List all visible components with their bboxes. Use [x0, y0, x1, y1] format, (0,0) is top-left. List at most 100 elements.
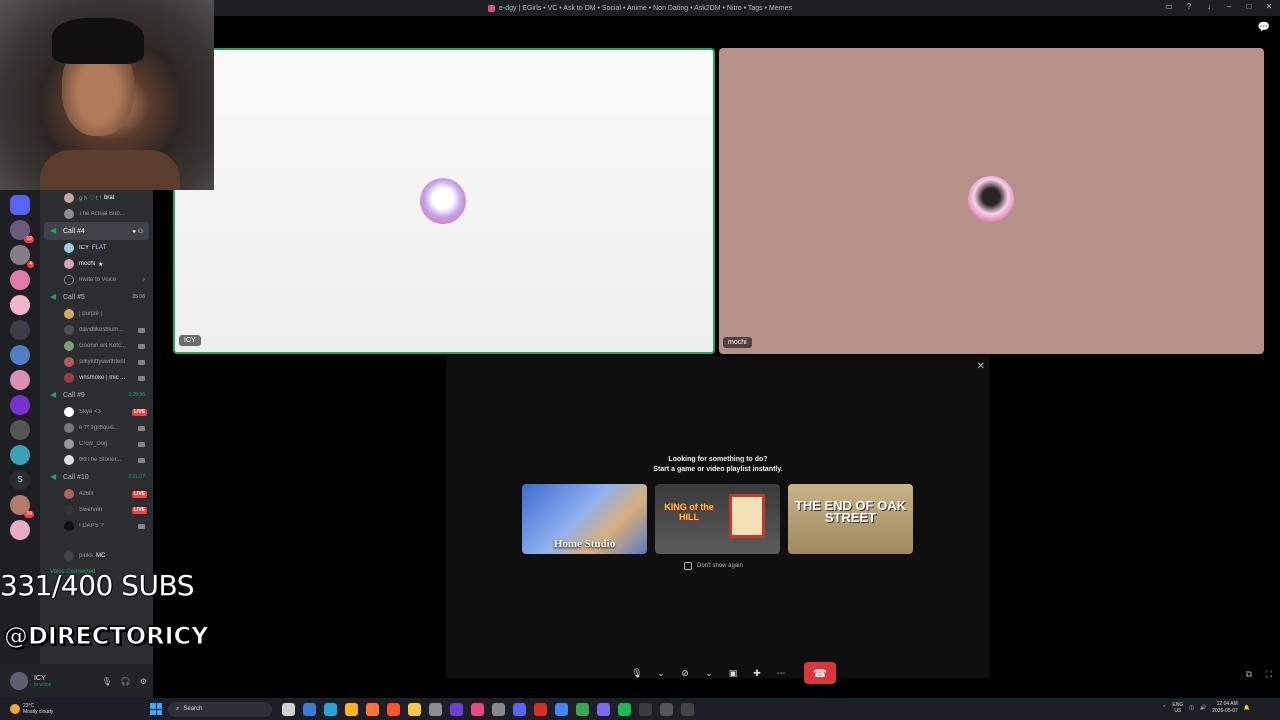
- app-icon[interactable]: [345, 702, 358, 716]
- close-icon[interactable]: ✕: [977, 361, 985, 372]
- maximize-icon[interactable]: □: [1244, 2, 1254, 12]
- server-icon[interactable]: 24: [10, 495, 34, 518]
- voice-user[interactable]: pinks MC: [40, 548, 153, 564]
- close-window-icon[interactable]: ✕: [1264, 2, 1274, 12]
- app-icon[interactable]: [303, 702, 316, 716]
- server-icon[interactable]: S: [10, 470, 30, 490]
- taskbar-clock[interactable]: 12:04 AM 2026-05-07: [1212, 701, 1238, 715]
- volume-icon[interactable]: 🔊: [1200, 705, 1206, 711]
- invite-to-voice[interactable]: Invite to Voice ›: [40, 272, 153, 288]
- server-icon[interactable]: [10, 420, 30, 440]
- activity-card-king-of-the-hill[interactable]: KING of the HILL: [655, 484, 780, 554]
- chevron-down-icon[interactable]: ⌄: [702, 668, 716, 679]
- minimize-icon[interactable]: –: [1224, 2, 1234, 12]
- app-icon[interactable]: [660, 702, 673, 716]
- task-view-icon[interactable]: [282, 702, 295, 716]
- app-icon[interactable]: [471, 702, 484, 716]
- notification-icon[interactable]: 🔔: [1244, 705, 1250, 711]
- server-icon-home[interactable]: [10, 195, 30, 215]
- activities-icon[interactable]: ✚: [750, 668, 764, 679]
- server-icon[interactable]: [10, 270, 30, 290]
- firefox-icon[interactable]: [366, 702, 379, 716]
- voice-channel-call-9[interactable]: ◀ Call #9 2:29:56: [40, 386, 153, 404]
- activity-card-home-studio[interactable]: Home Studio: [522, 484, 647, 554]
- video-tile-icy[interactable]: ICY: [173, 48, 715, 354]
- network-icon[interactable]: ◫: [1189, 705, 1194, 711]
- voice-user[interactable]: 426lll LIVE: [40, 486, 153, 502]
- server-icon[interactable]: [10, 295, 30, 315]
- voice-user[interactable]: davidlikesblum...: [40, 322, 153, 338]
- server-icon[interactable]: 12: [10, 220, 34, 243]
- avatar: [64, 209, 74, 219]
- camera-off-icon[interactable]: ⊘: [678, 668, 692, 679]
- screen-share-icon[interactable]: ▣: [726, 668, 740, 679]
- server-icon[interactable]: [10, 520, 30, 540]
- window-controls: ▭ ? ↓ – □ ✕: [1164, 2, 1274, 12]
- voice-user[interactable]: 𝔊𝔈The Stoner...: [40, 452, 153, 468]
- voice-user[interactable]: ! DAPS ?: [40, 518, 153, 534]
- taskbar-search[interactable]: ⌕ Search: [168, 701, 272, 717]
- avatar: [64, 439, 74, 449]
- more-icon[interactable]: ⋯: [774, 668, 788, 679]
- activity-card-label: THE END OF OAK STREET: [794, 498, 907, 525]
- app-icon[interactable]: [597, 702, 610, 716]
- voice-user[interactable]: Swerven LIVE: [40, 502, 153, 518]
- help-icon[interactable]: ?: [1184, 2, 1194, 12]
- server-icon[interactable]: [10, 395, 30, 415]
- chat-bubble-icon[interactable]: 💬: [1258, 22, 1270, 33]
- inbox-icon[interactable]: ▭: [1164, 2, 1174, 12]
- server-icon[interactable]: [10, 445, 30, 465]
- voice-user[interactable]: ɞ·ꔫ𝔖gi𝔅quis...: [40, 420, 153, 436]
- voice-user[interactable]: Skye <3 LIVE: [40, 404, 153, 420]
- chevron-down-icon[interactable]: ⌄: [654, 668, 668, 679]
- app-icon[interactable]: [324, 702, 337, 716]
- dont-show-again-option[interactable]: Don't show again: [684, 562, 743, 570]
- app-icon[interactable]: [681, 702, 694, 716]
- video-tile-mochi[interactable]: mochi: [719, 48, 1264, 354]
- chat-icon[interactable]: ● ⚇: [132, 228, 143, 235]
- app-icon[interactable]: [639, 702, 652, 716]
- server-icon[interactable]: [10, 320, 30, 340]
- voice-user[interactable]: ICY FLAT: [40, 240, 153, 256]
- voice-channel-call-5[interactable]: ◀ Call #5 05 06: [40, 288, 153, 306]
- disconnect-button[interactable]: ☎: [804, 662, 836, 684]
- dont-show-again-checkbox[interactable]: [684, 562, 692, 570]
- fullscreen-icon[interactable]: ⛶: [1266, 669, 1272, 680]
- server-icon[interactable]: [10, 370, 30, 390]
- app-icon[interactable]: [534, 702, 547, 716]
- voice-user[interactable]: mochi ★: [40, 256, 153, 272]
- chevron-up-icon[interactable]: ⌃: [1162, 705, 1166, 711]
- headphones-icon[interactable]: 🎧: [121, 677, 131, 686]
- server-icon[interactable]: 4: [10, 245, 34, 268]
- popout-icon[interactable]: ⧉: [1246, 669, 1252, 680]
- voice-user[interactable]: The Actual Bub...: [40, 206, 153, 222]
- voice-user[interactable]: vinsmoke | mic ...: [40, 370, 153, 386]
- voice-user[interactable]: Crow_Dog: [40, 436, 153, 452]
- voice-user[interactable]: silkykittyuwithfent: [40, 354, 153, 370]
- windows-start-icon[interactable]: [150, 703, 162, 715]
- discord-icon[interactable]: [513, 702, 526, 716]
- voice-user[interactable]: g h ♡ t ! brat: [40, 190, 153, 206]
- voice-channel-call-10[interactable]: ◀ Call #10 2:21:07: [40, 468, 153, 486]
- download-icon[interactable]: ↓: [1204, 2, 1214, 12]
- app-icon[interactable]: [576, 702, 589, 716]
- voice-user[interactable]: Goonin wit Ketc...: [40, 338, 153, 354]
- weather-widget[interactable]: 23°C Mostly cloudy: [10, 703, 140, 715]
- mic-icon[interactable]: 🎙: [102, 677, 112, 686]
- app-icon[interactable]: [492, 702, 505, 716]
- folder-icon[interactable]: [408, 702, 421, 716]
- avatar[interactable]: [10, 672, 28, 690]
- activity-card-end-of-oak-street[interactable]: THE END OF OAK STREET: [788, 484, 913, 554]
- user-tag: brat: [104, 195, 115, 201]
- spotify-icon[interactable]: [618, 702, 631, 716]
- brave-icon[interactable]: [387, 702, 400, 716]
- voice-channel-call-4[interactable]: ◀ Call #4 ● ⚇: [44, 222, 149, 240]
- app-icon[interactable]: [429, 702, 442, 716]
- voice-user[interactable]: | purple |: [40, 306, 153, 322]
- chrome-icon[interactable]: [555, 702, 568, 716]
- mic-icon[interactable]: 🎙: [630, 668, 644, 679]
- activity-subheading: Start a game or video playlist instantly…: [653, 466, 783, 473]
- app-icon[interactable]: [450, 702, 463, 716]
- server-icon[interactable]: [10, 345, 30, 365]
- gear-icon[interactable]: ⚙: [140, 677, 147, 686]
